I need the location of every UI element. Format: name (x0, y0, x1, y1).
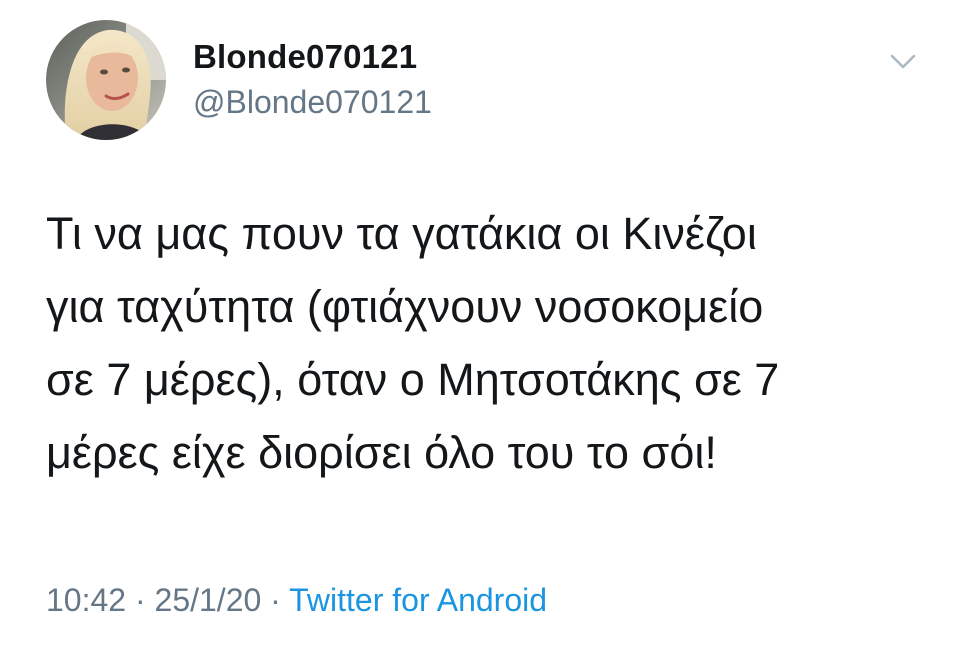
tweet-date[interactable]: 25/1/20 (155, 582, 262, 618)
avatar[interactable] (46, 20, 166, 140)
tweet-text: Τι να μας πουν τα γατάκια οι Κινέζοι για… (46, 197, 926, 489)
profile-photo-icon (46, 20, 166, 140)
tweet-text-line: για ταχύτητα (φτιάχνουν νοσοκομείο (46, 281, 764, 332)
tweet-time[interactable]: 10:42 (46, 582, 126, 618)
tweet-text-line: σε 7 μέρες), όταν ο Μητσοτάκης σε 7 (46, 354, 780, 405)
tweet: Blonde070121 @Blonde070121 Τι να μας που… (0, 0, 960, 654)
separator: · (270, 582, 281, 618)
tweet-source-link[interactable]: Twitter for Android (289, 582, 547, 618)
tweet-text-line: Τι να μας πουν τα γατάκια οι Κινέζοι (46, 208, 757, 259)
display-name[interactable]: Blonde070121 (193, 38, 417, 76)
user-handle[interactable]: @Blonde070121 (193, 84, 432, 121)
separator: · (134, 582, 146, 618)
tweet-metadata: 10:42 · 25/1/20 · Twitter for Android (46, 582, 547, 619)
chevron-down-icon[interactable] (886, 48, 920, 74)
tweet-text-line: μέρες είχε διορίσει όλο του το σόι! (46, 427, 717, 478)
